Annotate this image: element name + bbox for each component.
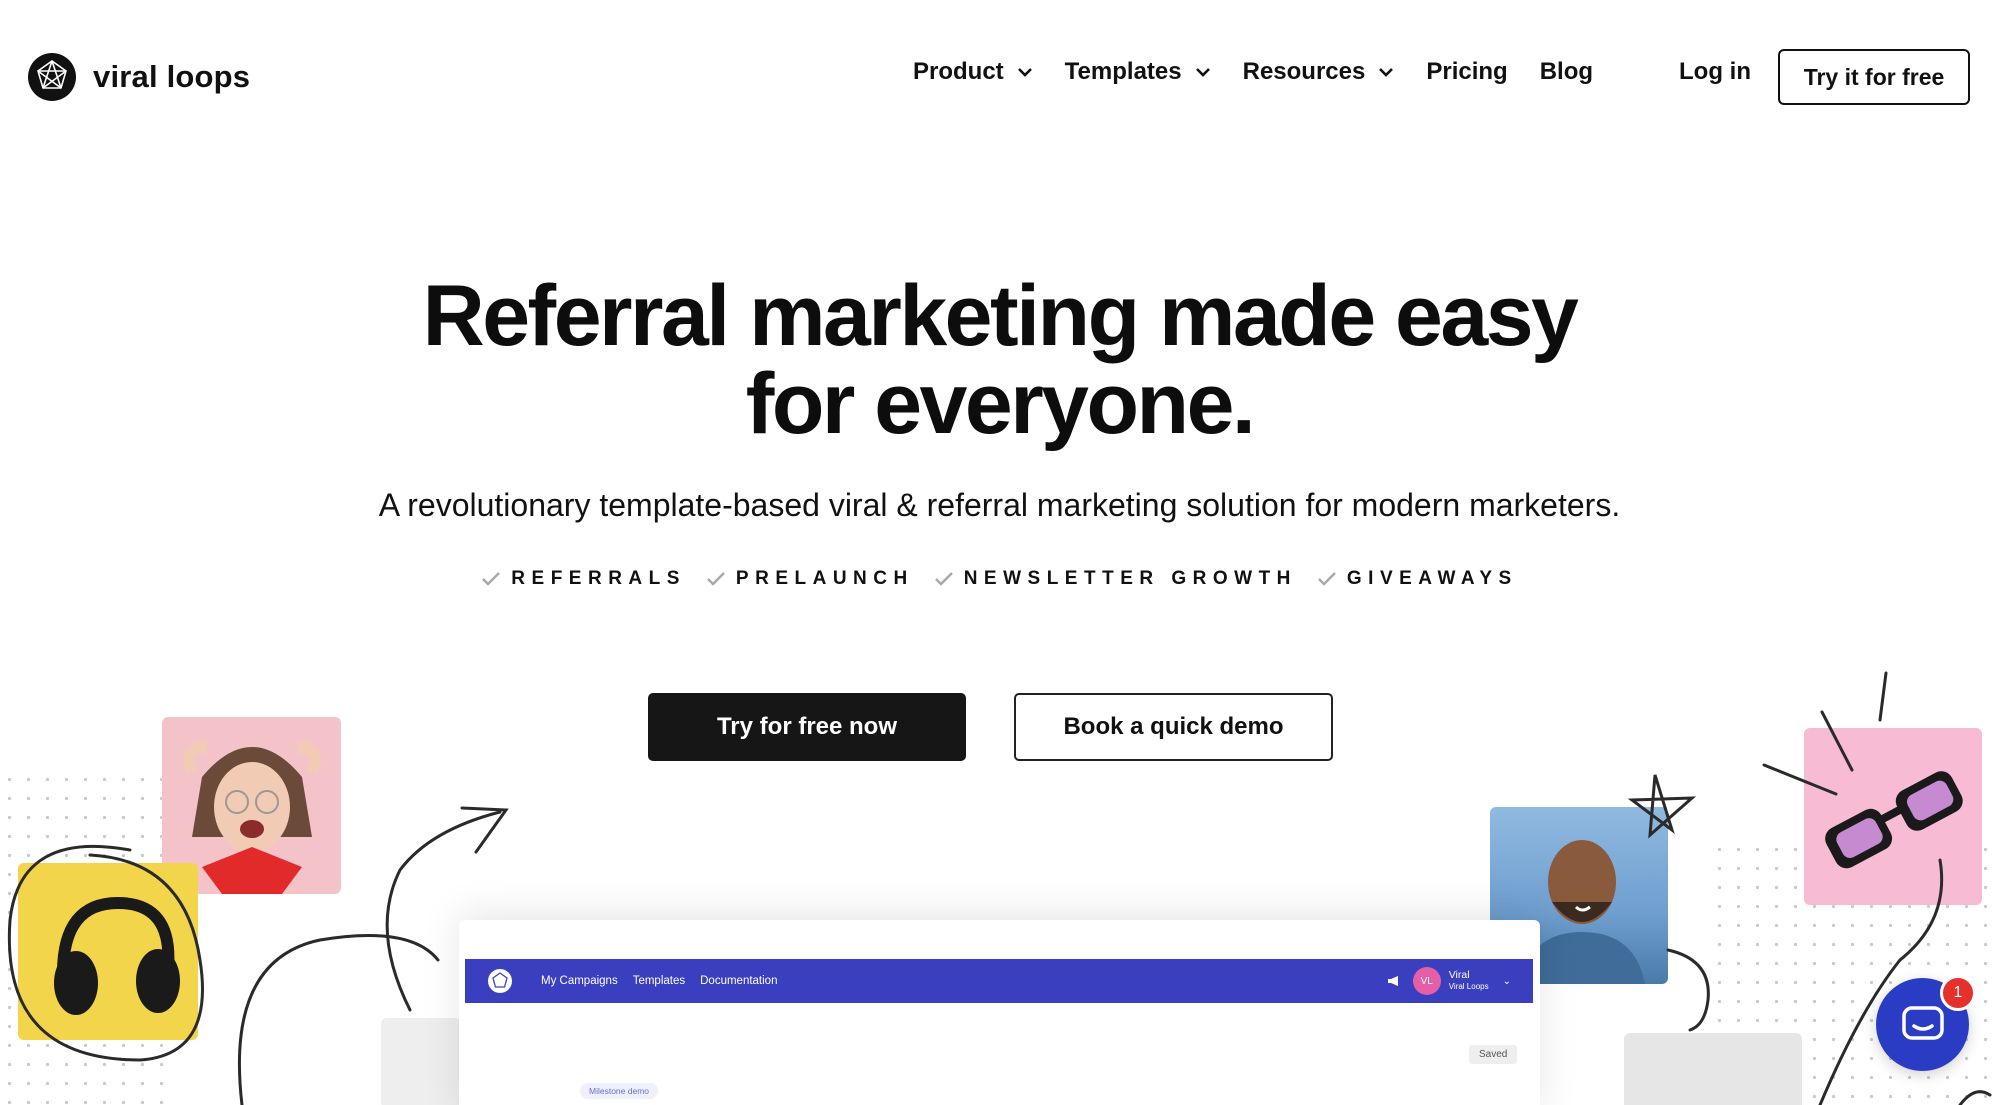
decorative-image-placeholder: [381, 1018, 461, 1105]
nav-item-label: Product: [913, 58, 1004, 85]
nav-item-product[interactable]: Product: [913, 58, 1033, 86]
hero-subtitle: A revolutionary template-based viral & r…: [378, 487, 1621, 523]
nav-item-blog[interactable]: Blog: [1540, 58, 1593, 86]
brand-name: viral loops: [93, 59, 251, 94]
milestone-chip: Milestone demo: [580, 1083, 659, 1099]
try-for-free-now-button[interactable]: Try for free now: [648, 693, 966, 761]
feature-tag: REFERRALS: [481, 568, 686, 590]
feature-tag: NEWSLETTER GROWTH: [934, 568, 1297, 590]
decorative-product-photo: [1624, 1033, 1802, 1105]
feature-tag-label: PRELAUNCH: [735, 568, 914, 589]
chevron-down-icon: [1195, 68, 1210, 77]
headphones-photo: [18, 863, 198, 1040]
brand-logo[interactable]: viral loops: [27, 52, 250, 102]
checkmark-icon: [934, 572, 953, 586]
viral-loops-logo-icon: [28, 53, 76, 101]
nav-item-label: Resources: [1242, 58, 1366, 85]
chevron-down-icon: ⌄: [1502, 975, 1511, 987]
megaphone-icon[interactable]: [1387, 975, 1401, 987]
checkmark-icon: [1318, 572, 1336, 586]
hero-title-line-2: for everyone.: [745, 356, 1256, 452]
app-user-name: Viral: [1448, 969, 1470, 981]
chat-icon: [1901, 1005, 1944, 1040]
feature-tag-label: REFERRALS: [511, 568, 686, 589]
feature-tag: PRELAUNCH: [706, 568, 914, 590]
sunglasses-photo: [1804, 728, 1982, 905]
checkmark-icon: [482, 572, 501, 586]
app-user-menu[interactable]: VL Viral Viral Loops ⌄: [1387, 967, 1511, 995]
try-it-free-button[interactable]: Try it for free: [1778, 49, 1970, 105]
headphones-illustration: [54, 896, 180, 1015]
main-menu: Product Templates Resources Pricing Blog: [913, 58, 1625, 86]
hero-title-line-1: Referral marketing made easy: [422, 268, 1579, 364]
book-demo-button[interactable]: Book a quick demo: [1014, 693, 1333, 761]
app-nav-documentation[interactable]: Documentation: [700, 975, 777, 987]
chevron-down-icon: [1017, 68, 1032, 77]
sunglasses-illustration: [1825, 771, 1963, 869]
app-user-info: Viral Viral Loops: [1449, 970, 1489, 992]
unread-count-badge: 1: [1940, 975, 1976, 1011]
app-preview-window: My Campaigns Templates Documentation VL …: [459, 920, 1540, 1105]
feature-tags: REFERRALS PRELAUNCH NEWSLETTER GROWTH GI…: [0, 568, 1999, 590]
app-user-org: Viral Loops: [1448, 982, 1489, 991]
feature-tag-label: NEWSLETTER GROWTH: [963, 568, 1297, 589]
feature-tag-label: GIVEAWAYS: [1346, 568, 1518, 589]
app-nav-my-campaigns[interactable]: My Campaigns: [541, 975, 618, 987]
hero-title: Referral marketing made easy for everyon…: [0, 272, 1999, 448]
login-link[interactable]: Log in: [1679, 58, 1751, 86]
app-logo-icon: [488, 969, 512, 993]
nav-item-templates[interactable]: Templates: [1065, 58, 1211, 86]
checkmark-icon: [707, 572, 725, 586]
feature-tag: GIVEAWAYS: [1317, 568, 1518, 590]
nav-item-label: Pricing: [1426, 58, 1508, 85]
nav-item-resources[interactable]: Resources: [1243, 58, 1395, 86]
chevron-down-icon: [1379, 68, 1394, 77]
nav-item-label: Blog: [1539, 58, 1594, 85]
app-preview-navbar: My Campaigns Templates Documentation VL …: [465, 959, 1533, 1003]
top-navigation: viral loops Product Templates Resources …: [0, 0, 1999, 152]
saved-status-badge: Saved: [1469, 1045, 1518, 1064]
nav-item-label: Templates: [1064, 58, 1182, 85]
app-nav-templates[interactable]: Templates: [633, 975, 685, 987]
nav-item-pricing[interactable]: Pricing: [1426, 58, 1507, 86]
avatar: VL: [1412, 967, 1441, 995]
